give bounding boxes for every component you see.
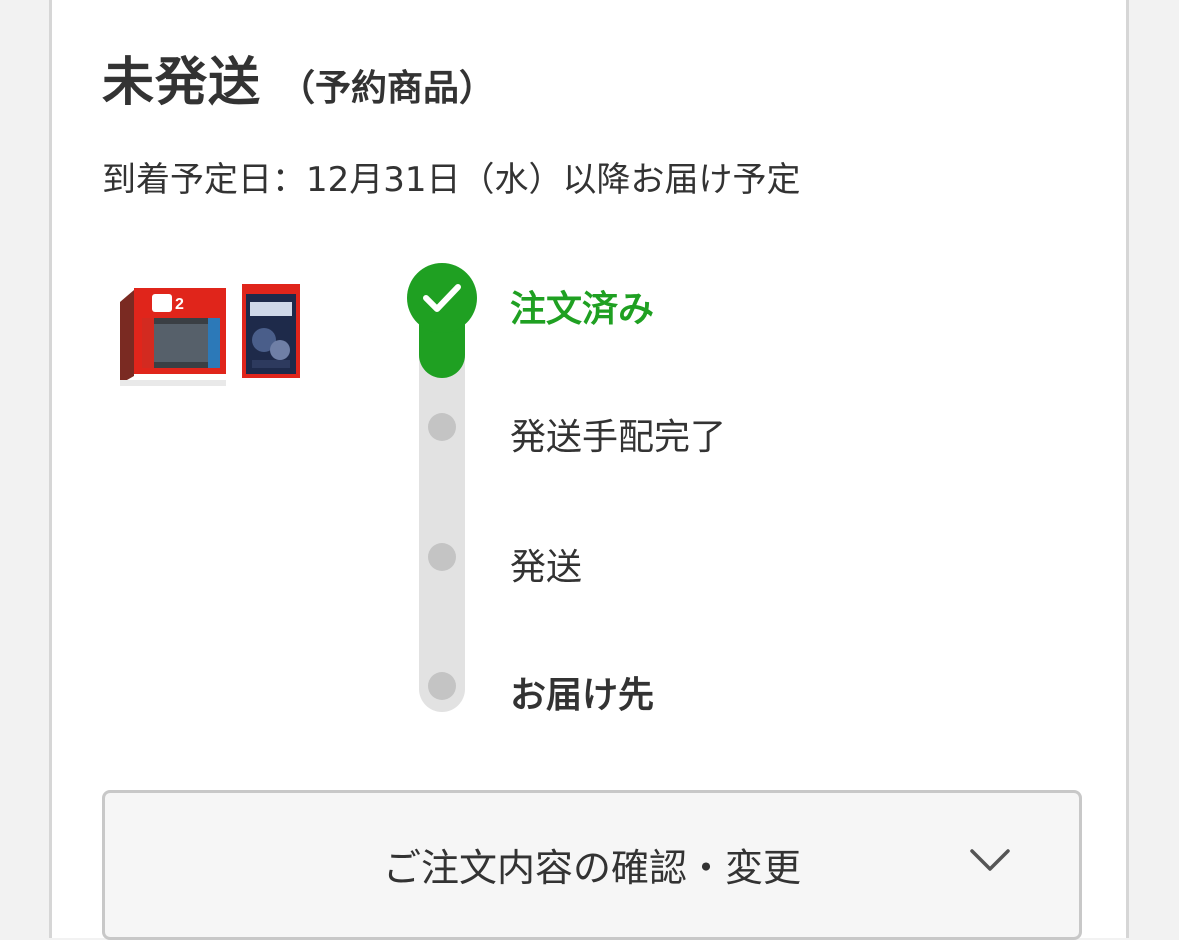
order-card: 未発送 （予約商品） 到着予定日：12月31日（水）以降お届け予定 2 注文済み… [49,0,1129,940]
step-pending-dot-icon [428,413,456,441]
order-status-heading: 未発送 （予約商品） [102,40,495,115]
step-label-shipping-arranged: 発送手配完了 [510,417,727,458]
order-confirm-change-label: ご注文内容の確認・変更 [382,846,801,890]
product-thumbnails: 2 [112,284,312,394]
step-done-check-icon [407,263,477,333]
arrival-date-text: 到着予定日：12月31日（水）以降お届け予定 [102,160,801,200]
step-label-destination[interactable]: お届け先 [510,666,654,718]
game-box-image [242,284,300,378]
chevron-down-icon [970,849,1010,871]
step-label-shipped: 発送 [510,547,583,588]
status-subtitle: （予約商品） [279,68,496,109]
step-pending-dot-icon [428,543,456,571]
svg-text:2: 2 [175,296,184,313]
step-label-ordered: 注文済み [510,289,655,330]
step-pending-dot-icon [428,672,456,700]
order-confirm-change-button[interactable]: ご注文内容の確認・変更 [102,790,1082,940]
status-title: 未発送 [102,53,262,113]
console-box-image: 2 [120,288,226,386]
